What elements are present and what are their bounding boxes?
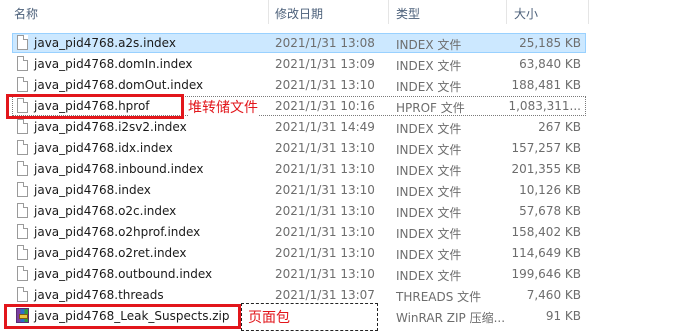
file-row[interactable]: java_pid4768.outbound.index 2021/1/31 13:… xyxy=(0,264,681,285)
file-row[interactable]: java_pid4768.inbound.index 2021/1/31 13:1… xyxy=(0,159,681,180)
column-divider[interactable] xyxy=(268,0,269,24)
file-name: java_pid4768.o2hprof.index xyxy=(34,225,201,239)
column-header: 名称 ^ 修改日期 类型 大小 xyxy=(0,0,681,24)
column-type-header[interactable]: 类型 xyxy=(396,5,420,22)
file-icon xyxy=(17,140,28,155)
file-icon xyxy=(17,245,28,260)
file-name: java_pid4768.i2sv2.index xyxy=(34,120,187,134)
file-name: java_pid4768.inbound.index xyxy=(34,162,204,176)
file-type: INDEX 文件 xyxy=(396,164,462,178)
file-modified-date: 2021/1/31 10:16 xyxy=(275,99,375,113)
column-divider[interactable] xyxy=(506,0,507,24)
file-row[interactable]: java_pid4768.a2s.index 2021/1/31 13:08 IND… xyxy=(0,33,681,54)
file-modified-date: 2021/1/31 13:07 xyxy=(275,288,375,302)
file-row[interactable]: java_pid4768.o2hprof.index 2021/1/31 13:1… xyxy=(0,222,681,243)
file-icon xyxy=(17,182,28,197)
file-row[interactable]: java_pid4768.i2sv2.index 2021/1/31 14:49 I… xyxy=(0,117,681,138)
file-row[interactable]: java_pid4768.domIn.index 2021/1/31 13:09 I… xyxy=(0,54,681,75)
file-size: 1,083,311... xyxy=(508,99,581,113)
file-name: java_pid4768.threads xyxy=(34,288,164,302)
file-size: 199,646 KB xyxy=(511,267,581,281)
column-divider[interactable] xyxy=(388,0,389,24)
file-modified-date: 2021/1/31 13:10 xyxy=(275,78,375,92)
column-size-header[interactable]: 大小 xyxy=(514,5,538,22)
column-name-header[interactable]: 名称 xyxy=(14,5,38,22)
heap-dump-annotation: 堆转储文件 xyxy=(188,97,258,117)
file-name: java_pid4768.o2ret.index xyxy=(34,246,187,260)
page-package-annotation: 页面包 xyxy=(248,310,290,326)
file-row[interactable]: java_pid4768.idx.index 2021/1/31 13:10 IND… xyxy=(0,138,681,159)
file-size: 57,678 KB xyxy=(519,204,581,218)
file-modified-date: 2021/1/31 13:10 xyxy=(275,225,375,239)
file-size: 188,481 KB xyxy=(511,78,581,92)
file-row[interactable]: java_pid4768.o2ret.index 2021/1/31 13:10 I… xyxy=(0,243,681,264)
file-type: INDEX 文件 xyxy=(396,80,462,94)
file-size: 63,840 KB xyxy=(519,57,581,71)
file-size: 201,355 KB xyxy=(511,162,581,176)
file-size: 10,126 KB xyxy=(519,183,581,197)
file-type: INDEX 文件 xyxy=(396,122,462,136)
column-modified-header[interactable]: 修改日期 xyxy=(275,5,323,22)
file-icon xyxy=(17,224,28,239)
file-type: THREADS 文件 xyxy=(396,290,482,304)
file-size: 25,185 KB xyxy=(519,36,581,50)
file-name: java_pid4768.outbound.index xyxy=(34,267,213,281)
file-modified-date: 2021/1/31 13:10 xyxy=(275,183,375,197)
file-type: INDEX 文件 xyxy=(396,206,462,220)
file-type: INDEX 文件 xyxy=(396,143,462,157)
heap-dump-highlight-box xyxy=(6,94,184,119)
file-size: 157,257 KB xyxy=(511,141,581,155)
file-type: INDEX 文件 xyxy=(396,269,462,283)
file-icon xyxy=(17,56,28,71)
zip-highlight-box xyxy=(4,304,241,329)
file-size: 7,460 KB xyxy=(526,288,581,302)
file-icon xyxy=(17,203,28,218)
file-name: java_pid4768.o2c.index xyxy=(34,204,177,218)
file-modified-date: 2021/1/31 13:10 xyxy=(275,246,375,260)
file-icon xyxy=(17,35,28,50)
file-size: 114,649 KB xyxy=(511,246,581,260)
file-modified-date: 2021/1/31 14:49 xyxy=(275,120,375,134)
file-icon xyxy=(17,161,28,176)
file-size: 91 KB xyxy=(545,309,581,323)
file-size: 267 KB xyxy=(538,120,581,134)
file-modified-date: 2021/1/31 13:10 xyxy=(275,162,375,176)
file-modified-date: 2021/1/31 13:10 xyxy=(275,267,375,281)
file-modified-date: 2021/1/31 13:08 xyxy=(275,36,375,50)
sort-chevron-icon: ^ xyxy=(104,0,111,5)
file-name: java_pid4768.index xyxy=(34,183,151,197)
file-type: WinRAR ZIP 压缩... xyxy=(396,311,506,325)
file-type: INDEX 文件 xyxy=(396,38,462,52)
file-type: INDEX 文件 xyxy=(396,59,462,73)
file-type: INDEX 文件 xyxy=(396,227,462,241)
file-icon xyxy=(17,77,28,92)
file-size: 158,402 KB xyxy=(511,225,581,239)
column-divider[interactable] xyxy=(588,0,589,24)
file-row[interactable]: java_pid4768.domOut.index 2021/1/31 13:10… xyxy=(0,75,681,96)
file-type: INDEX 文件 xyxy=(396,185,462,199)
file-name: java_pid4768.a2s.index xyxy=(34,36,176,50)
file-name: java_pid4768.domOut.index xyxy=(34,78,204,92)
file-row[interactable]: java_pid4768.index 2021/1/31 13:10 INDEX 文… xyxy=(0,180,681,201)
file-icon xyxy=(17,266,28,281)
file-type: INDEX 文件 xyxy=(396,248,462,262)
file-modified-date: 2021/1/31 13:10 xyxy=(275,141,375,155)
file-icon xyxy=(17,287,28,302)
file-modified-date: 2021/1/31 13:09 xyxy=(275,57,375,71)
file-modified-date: 2021/1/31 13:10 xyxy=(275,204,375,218)
file-name: java_pid4768.domIn.index xyxy=(34,57,193,71)
file-icon xyxy=(17,119,28,134)
file-row[interactable]: java_pid4768.o2c.index 2021/1/31 13:10 IND… xyxy=(0,201,681,222)
file-type: HPROF 文件 xyxy=(396,101,465,115)
file-name: java_pid4768.idx.index xyxy=(34,141,173,155)
